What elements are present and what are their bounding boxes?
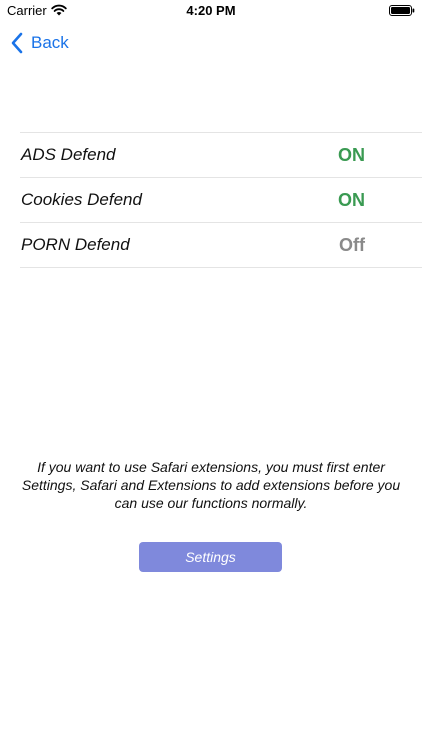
safari-extension-instructions: If you want to use Safari extensions, yo… <box>21 459 401 511</box>
settings-button[interactable]: Settings <box>139 542 282 572</box>
ads-defend-state-toggle[interactable]: ON <box>338 145 365 166</box>
cookies-defend-state-toggle[interactable]: ON <box>338 190 365 211</box>
status-bar: Carrier 4:20 PM <box>0 0 422 22</box>
ads-defend-label: ADS Defend <box>21 145 116 164</box>
screen: Carrier 4:20 PM Back ADS Defend ON Cooki… <box>0 0 422 750</box>
cookies-defend-label: Cookies Defend <box>21 190 142 209</box>
toggle-row-ads: ADS Defend ON <box>20 133 422 178</box>
toggle-row-cookies: Cookies Defend ON <box>20 178 422 223</box>
toggle-row-porn: PORN Defend Off <box>20 223 422 268</box>
chevron-left-icon <box>11 32 23 54</box>
battery-icon <box>389 5 415 16</box>
back-label: Back <box>31 33 69 52</box>
back-button[interactable]: Back <box>10 30 69 56</box>
clock: 4:20 PM <box>186 3 236 18</box>
porn-defend-label: PORN Defend <box>21 235 130 254</box>
porn-defend-state-toggle[interactable]: Off <box>339 235 365 256</box>
defend-toggle-list: ADS Defend ON Cookies Defend ON PORN Def… <box>20 132 422 268</box>
